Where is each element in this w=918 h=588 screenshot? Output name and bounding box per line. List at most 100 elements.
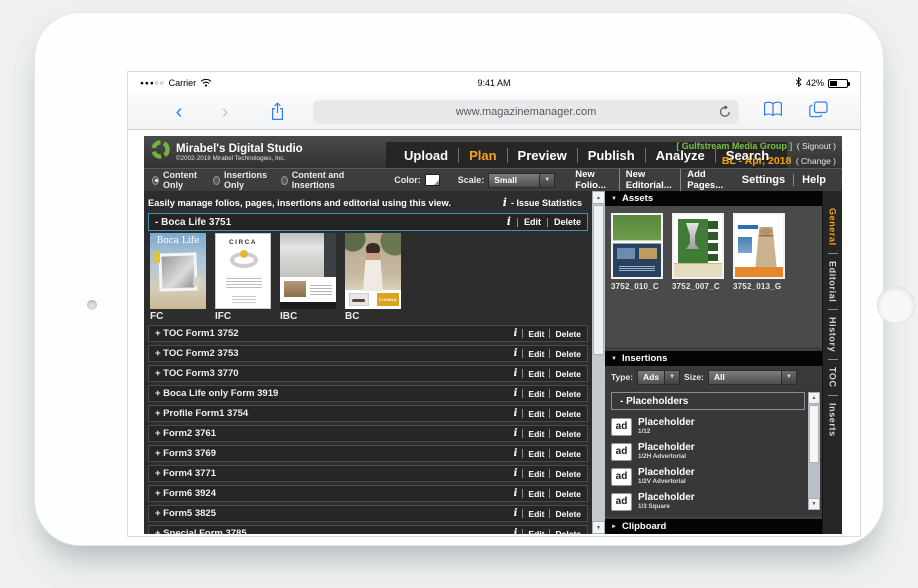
- edit-button[interactable]: Edit: [524, 217, 541, 227]
- view-mode-radio[interactable]: Insertions Only: [213, 170, 271, 190]
- scale-dropdown[interactable]: Small ▼: [488, 173, 555, 188]
- side-tab[interactable]: History: [828, 309, 838, 359]
- clipboard-section-header[interactable]: ► Clipboard: [605, 519, 822, 534]
- asset-thumbnail[interactable]: [672, 213, 724, 279]
- refresh-icon[interactable]: [719, 105, 731, 123]
- edit-button[interactable]: Edit: [528, 389, 544, 399]
- info-icon[interactable]: i: [514, 369, 518, 379]
- share-icon[interactable]: [270, 102, 285, 121]
- magazine-page-thumbnail[interactable]: Boca Life: [150, 233, 206, 309]
- chevron-down-icon[interactable]: ▼: [782, 370, 797, 385]
- folio-row[interactable]: + Form5 3825 i Edit Delete: [148, 505, 588, 522]
- browser-forward-button[interactable]: ›: [214, 102, 236, 122]
- delete-button[interactable]: Delete: [554, 217, 581, 227]
- delete-button[interactable]: Delete: [555, 449, 581, 459]
- toolbar-action[interactable]: New Editorial...: [619, 169, 680, 191]
- folio-row[interactable]: + Boca Life only Form 3919 i Edit Delete: [148, 385, 588, 402]
- edit-button[interactable]: Edit: [528, 329, 544, 339]
- folio-row[interactable]: + Form2 3761 i Edit Delete: [148, 425, 588, 442]
- edit-button[interactable]: Edit: [528, 369, 544, 379]
- delete-button[interactable]: Delete: [555, 409, 581, 419]
- folio-scrollbar[interactable]: ▲ ▼: [592, 191, 605, 534]
- chevron-down-icon[interactable]: ▼: [540, 173, 555, 188]
- assets-section-header[interactable]: ▼ Assets: [605, 191, 822, 206]
- info-icon[interactable]: i: [503, 198, 507, 208]
- edit-button[interactable]: Edit: [528, 529, 544, 535]
- delete-button[interactable]: Delete: [555, 389, 581, 399]
- info-icon[interactable]: i: [514, 409, 518, 419]
- info-icon[interactable]: i: [514, 349, 518, 359]
- delete-button[interactable]: Delete: [555, 529, 581, 535]
- insertion-item[interactable]: ad Placeholder 1/2V Advertorial: [611, 464, 805, 489]
- settings-button[interactable]: Settings: [734, 174, 793, 186]
- view-mode-radio[interactable]: Content Only: [152, 170, 203, 190]
- change-issue-link[interactable]: ( Change ): [796, 156, 836, 166]
- scroll-up-icon[interactable]: ▲: [808, 392, 820, 404]
- signout-link[interactable]: ( Signout ): [797, 141, 836, 151]
- folio-row[interactable]: + TOC Form3 3770 i Edit Delete: [148, 365, 588, 382]
- folio-row[interactable]: + Form3 3769 i Edit Delete: [148, 445, 588, 462]
- size-dropdown[interactable]: All ▼: [708, 370, 797, 385]
- browser-back-button[interactable]: ‹: [168, 102, 190, 122]
- magazine-page-thumbnail[interactable]: [280, 233, 336, 309]
- folio-row[interactable]: + Profile Form1 3754 i Edit Delete: [148, 405, 588, 422]
- info-icon[interactable]: i: [514, 469, 518, 479]
- side-tab[interactable]: Inserts: [828, 395, 838, 444]
- delete-button[interactable]: Delete: [555, 489, 581, 499]
- edit-button[interactable]: Edit: [528, 409, 544, 419]
- nav-tab[interactable]: Publish: [577, 148, 645, 163]
- scrollbar-thumb[interactable]: [809, 405, 819, 463]
- asset-thumbnail[interactable]: [733, 213, 785, 279]
- type-dropdown[interactable]: Ads ▼: [637, 370, 680, 385]
- placeholders-group-header[interactable]: - Placeholders: [611, 392, 805, 410]
- color-swatch[interactable]: [425, 174, 440, 186]
- folio-row[interactable]: + TOC Form1 3752 i Edit Delete: [148, 325, 588, 342]
- delete-button[interactable]: Delete: [555, 369, 581, 379]
- edit-button[interactable]: Edit: [528, 469, 544, 479]
- edit-button[interactable]: Edit: [528, 429, 544, 439]
- insertions-section-header[interactable]: ▼ Insertions: [605, 351, 822, 366]
- magazine-page-thumbnail[interactable]: CIRCA: [215, 233, 271, 309]
- expanded-folio-row[interactable]: - Boca Life 3751 i Edit Delete: [148, 213, 588, 231]
- address-bar[interactable]: www.magazinemanager.com: [313, 100, 739, 124]
- insertions-scrollbar[interactable]: ▲ ▼: [808, 392, 820, 510]
- scrollbar-thumb[interactable]: [593, 205, 604, 355]
- info-icon[interactable]: i: [514, 429, 518, 439]
- bookmarks-icon[interactable]: [763, 101, 783, 122]
- delete-button[interactable]: Delete: [555, 429, 581, 439]
- side-tab[interactable]: Editorial: [828, 253, 838, 309]
- asset-thumbnail[interactable]: [611, 213, 663, 279]
- nav-tab[interactable]: Preview: [507, 148, 577, 163]
- tabs-icon[interactable]: [809, 101, 828, 123]
- side-tab[interactable]: General: [828, 201, 838, 253]
- insertion-item[interactable]: ad Placeholder 1/12: [611, 414, 805, 439]
- help-button[interactable]: Help: [793, 174, 834, 186]
- delete-button[interactable]: Delete: [555, 469, 581, 479]
- info-icon[interactable]: i: [514, 389, 518, 399]
- edit-button[interactable]: Edit: [528, 449, 544, 459]
- info-icon[interactable]: i: [514, 449, 518, 459]
- insertion-item[interactable]: ad Placeholder 1/3 Square: [611, 489, 805, 514]
- folio-row[interactable]: + Special Form 3785 i Edit Delete: [148, 525, 588, 534]
- toolbar-action[interactable]: New Folio...: [569, 169, 619, 191]
- folio-row[interactable]: + Form4 3771 i Edit Delete: [148, 465, 588, 482]
- nav-tab[interactable]: Plan: [458, 148, 506, 163]
- info-icon[interactable]: i: [514, 509, 518, 519]
- info-icon[interactable]: i: [514, 329, 518, 339]
- issue-statistics-label[interactable]: - Issue Statistics: [511, 198, 582, 208]
- view-mode-radio[interactable]: Content and Insertions: [281, 170, 363, 190]
- edit-button[interactable]: Edit: [528, 509, 544, 519]
- folio-row[interactable]: + TOC Form2 3753 i Edit Delete: [148, 345, 588, 362]
- nav-tab[interactable]: Upload: [394, 148, 458, 163]
- scroll-down-icon[interactable]: ▼: [592, 521, 605, 534]
- home-button[interactable]: [877, 286, 915, 324]
- media-group-link[interactable]: [ Gulfstream Media Group ]: [676, 141, 792, 151]
- chevron-down-icon[interactable]: ▼: [665, 370, 680, 385]
- info-icon[interactable]: i: [514, 489, 518, 499]
- delete-button[interactable]: Delete: [555, 509, 581, 519]
- edit-button[interactable]: Edit: [528, 489, 544, 499]
- magazine-page-thumbnail[interactable]: VIANNA: [345, 233, 401, 309]
- edit-button[interactable]: Edit: [528, 349, 544, 359]
- folio-row[interactable]: + Form6 3924 i Edit Delete: [148, 485, 588, 502]
- delete-button[interactable]: Delete: [555, 329, 581, 339]
